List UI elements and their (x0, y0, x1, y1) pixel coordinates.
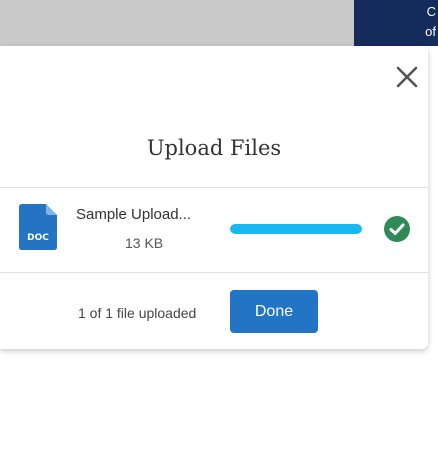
upload-progress-fill (230, 224, 362, 234)
doc-file-icon: DOC (19, 204, 57, 250)
close-icon (396, 66, 418, 88)
done-button[interactable]: Done (230, 290, 318, 333)
background-navy-banner: C of (354, 0, 438, 46)
background-banner-text: C of (425, 4, 436, 39)
upload-progress-bar (230, 224, 362, 234)
modal-title: Upload Files (146, 136, 282, 160)
file-size: 13 KB (125, 235, 164, 251)
divider-bottom (0, 272, 428, 273)
check-circle-icon (384, 216, 410, 242)
close-button[interactable] (392, 62, 422, 92)
file-row: DOC Sample Upload... 13 KB (0, 188, 428, 272)
upload-modal: Upload Files DOC Sample Upload... 13 KB … (0, 46, 428, 349)
doc-icon-label: DOC (27, 233, 49, 243)
upload-status-text: 1 of 1 file uploaded (78, 305, 197, 321)
file-name: Sample Upload... (76, 206, 192, 223)
